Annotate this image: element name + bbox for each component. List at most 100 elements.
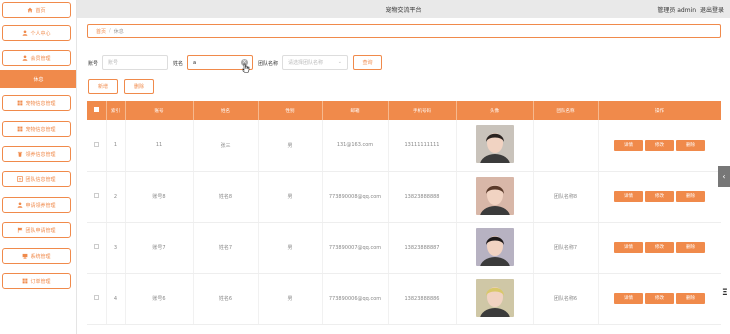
cell-team: 团队名称8 (533, 171, 599, 223)
cell-phone: 13823888887 (388, 222, 457, 274)
sidebar-item-label: 团队信息管理 (25, 176, 56, 183)
sidebar-item[interactable]: 团队信息管理 (2, 171, 71, 187)
user-area: 管理员 admin 退出登录 (655, 5, 724, 14)
account-placeholder: 账号 (108, 60, 119, 66)
edit-button[interactable]: 修改 (645, 191, 674, 202)
column-header: 账号 (125, 101, 194, 120)
sidebar-item[interactable]: 首页 (2, 2, 71, 18)
avatar (475, 125, 514, 164)
name-value: a (193, 59, 197, 66)
sidebar-item[interactable]: 会员管理 (2, 50, 71, 66)
grid-icon (22, 278, 28, 284)
cell-name: 姓名8 (193, 171, 259, 223)
cell-actions: 详情 修改 删除 (598, 222, 721, 274)
breadcrumb-current: 休息 (113, 28, 124, 35)
sidebar-item[interactable]: 订单管理 (2, 273, 71, 289)
detail-button[interactable]: 详情 (614, 242, 643, 253)
sidebar-item[interactable]: 申请领养管理 (2, 197, 71, 213)
sidebar-item[interactable]: 休息 (0, 70, 76, 88)
grid-icon (17, 126, 23, 132)
cell-index: 3 (106, 222, 126, 274)
select-all-checkbox[interactable] (87, 101, 107, 120)
name-label: 姓名 (173, 61, 184, 67)
table-header-row: 索引 账号 姓名 性别 邮箱 手机号码 头像 团队名称 操作 (87, 101, 721, 120)
cell-name: 姓名6 (193, 273, 259, 325)
sidebar-item[interactable]: 宠物信息管理 (2, 95, 71, 111)
sidebar-item-label: 个人中心 (30, 30, 51, 37)
sidebar-item-label: 宠物信息管理 (25, 100, 56, 107)
edit-button[interactable]: 修改 (645, 293, 674, 304)
delete-button[interactable]: 删除 (676, 139, 705, 151)
avatar (475, 176, 514, 215)
sidebar-item-label: 申请领养管理 (25, 202, 56, 209)
delete-button[interactable]: 删除 (676, 293, 705, 304)
row-checkbox-cell (87, 171, 107, 223)
breadcrumb-home[interactable]: 首页 (96, 28, 106, 35)
delete-button[interactable]: 删除 (676, 242, 705, 253)
sidebar-item[interactable]: 领养信息管理 (2, 146, 71, 162)
trash-icon (17, 151, 23, 157)
row-checkbox-cell (87, 222, 107, 274)
sidebar-item[interactable]: 个人中心 (2, 25, 71, 41)
row-checkbox[interactable] (93, 141, 99, 147)
cell-account: 11 (125, 120, 194, 172)
search-button[interactable]: 查询 (353, 55, 382, 70)
sidebar-item[interactable]: 团队申请管理 (2, 222, 71, 238)
chevron-down-icon: ⌄ (337, 59, 342, 65)
user-icon (22, 55, 28, 61)
edit-button[interactable]: 修改 (645, 242, 674, 253)
cell-account: 账号7 (125, 222, 194, 274)
cell-photo (456, 273, 534, 325)
cell-gender: 男 (258, 222, 323, 274)
cell-gender: 男 (258, 171, 323, 223)
cell-email: 773890007@qq.com (322, 222, 389, 274)
row-checkbox[interactable] (93, 193, 99, 198)
column-header: 性别 (258, 101, 323, 120)
sidebar-item[interactable]: 宠物信息管理 (2, 121, 71, 137)
account-input[interactable]: 账号 (102, 55, 168, 70)
app-title: 宠物交流平台 (385, 7, 422, 14)
edit-button[interactable]: 修改 (645, 139, 674, 151)
breadcrumb: 首页 / 休息 (87, 24, 721, 38)
collapse-tab[interactable]: ‹ (718, 166, 730, 187)
sidebar-item-label: 领养信息管理 (25, 151, 56, 158)
logout-link[interactable]: 退出登录 (700, 7, 724, 14)
row-checkbox[interactable] (93, 295, 99, 300)
column-header: 邮箱 (322, 101, 389, 120)
cell-email: 131@163.com (322, 120, 389, 172)
detail-button[interactable]: 详情 (614, 139, 643, 151)
add-button[interactable]: 新增 (88, 79, 118, 94)
sidebar-item-label: 会员管理 (30, 55, 51, 62)
sidebar-item[interactable]: 系统管理 (2, 248, 71, 264)
column-header: 姓名 (193, 101, 259, 120)
cell-account: 账号8 (125, 171, 194, 223)
cell-actions: 详情 修改 删除 (598, 273, 721, 325)
breadcrumb-separator: / (109, 28, 111, 34)
team-select[interactable]: 请选择团队名称 ⌄ (282, 55, 348, 70)
cell-photo (456, 171, 534, 223)
row-checkbox[interactable] (93, 244, 99, 249)
cell-index: 2 (106, 171, 126, 223)
cell-gender: 男 (258, 273, 323, 325)
sidebar-item-label: 团队申请管理 (25, 227, 56, 234)
mouse-cursor-icon (242, 63, 250, 73)
cell-team (533, 120, 599, 172)
sidebar-item-label: 系统管理 (30, 253, 51, 260)
delete-button[interactable]: 删除 (676, 191, 705, 202)
bulk-delete-button[interactable]: 删除 (124, 79, 154, 94)
detail-button[interactable]: 详情 (614, 293, 643, 304)
sidebar-item-label: 首页 (35, 7, 46, 14)
cell-team: 团队名称6 (533, 273, 599, 325)
sidebar: 首页 个人中心 会员管理 休息 宠物信息管理 宠物信息管理 领养信息管理 团队信息管理 申请领养… (0, 0, 77, 334)
column-header: 手机号码 (388, 101, 457, 120)
cell-name: 姓名7 (193, 222, 259, 274)
user-table: 索引 账号 姓名 性别 邮箱 手机号码 头像 团队名称 操作 1 11 张三男 131@163.com… (87, 101, 721, 334)
flag-icon (17, 227, 23, 233)
user-icon (17, 202, 23, 208)
row-checkbox-cell (87, 273, 107, 325)
detail-button[interactable]: 详情 (614, 191, 643, 202)
cell-gender: 男 (258, 120, 323, 172)
avatar (475, 227, 514, 266)
home-icon (27, 7, 33, 13)
checkbox-icon[interactable] (93, 107, 99, 112)
